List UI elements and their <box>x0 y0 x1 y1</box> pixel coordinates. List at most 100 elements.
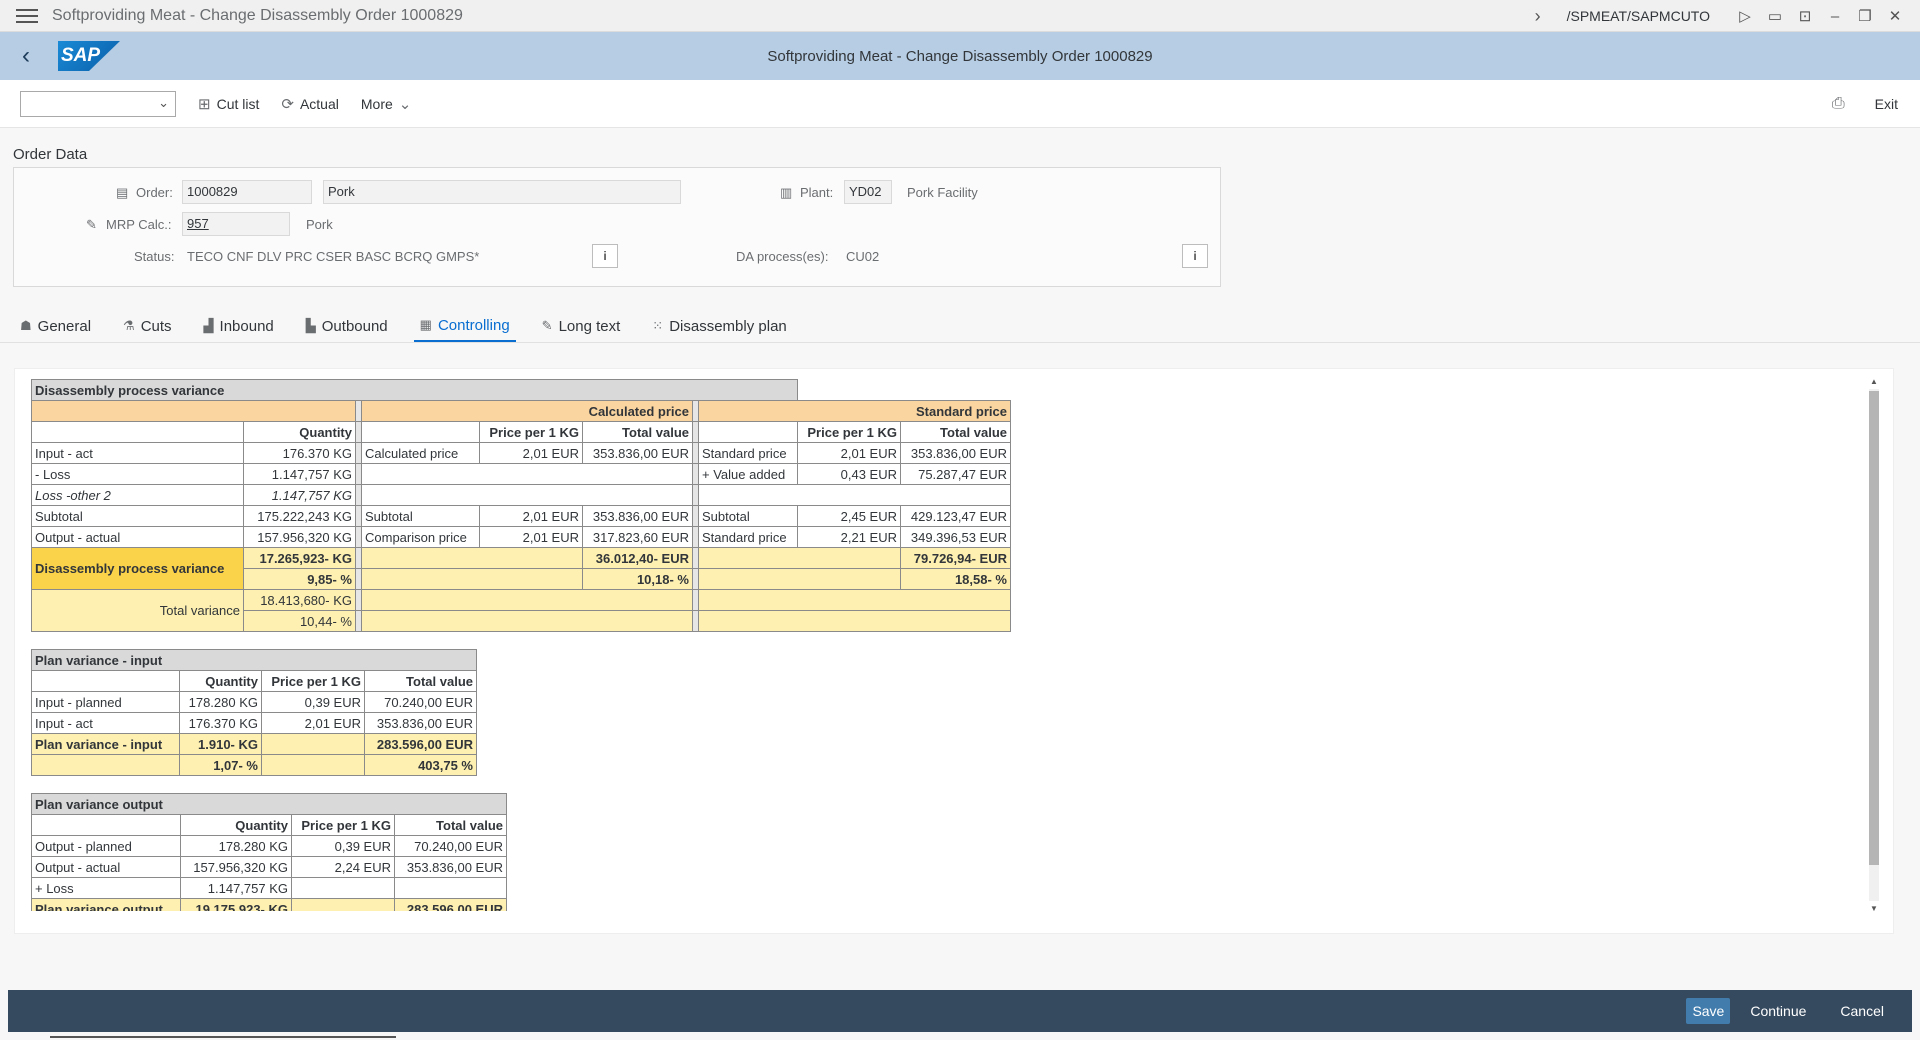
row-label: - Loss <box>31 463 244 485</box>
variance-std-percent: 18,58- % <box>900 568 1011 590</box>
plant-field[interactable]: YD02 <box>844 180 892 204</box>
row-label: Loss -other 2 <box>31 484 244 506</box>
da-process-info-button[interactable]: i <box>1182 244 1208 268</box>
minimize-icon[interactable]: – <box>1820 8 1850 25</box>
cut-list-label: Cut list <box>216 95 260 112</box>
toolbar-select[interactable]: ⌄ <box>20 90 176 117</box>
transaction-code: /SPMEAT/SAPMCUTO <box>1566 8 1710 24</box>
tab-strip: ☗ General ⚗ Cuts ▟ Inbound ▙ Outbound ▦ … <box>14 310 813 342</box>
shell-header: ‹ SAP Softproviding Meat - Change Disass… <box>0 32 1920 80</box>
row-label: Subtotal <box>31 505 244 527</box>
std-label-cell: Subtotal <box>698 505 798 527</box>
empty-cell <box>361 484 693 506</box>
total-variance-label: Total variance <box>31 589 244 632</box>
unlock-icon[interactable]: ⊡ <box>1790 7 1820 25</box>
vertical-scrollbar[interactable]: ▲ ▼ <box>1867 377 1879 913</box>
table-row: Plan variance output 19.175,923- KG 283.… <box>31 898 507 911</box>
status-info-button[interactable]: i <box>592 244 618 268</box>
table-row: + Loss 1.147,757 KG <box>31 877 507 899</box>
scrollbar-thumb[interactable] <box>1869 391 1879 865</box>
taskbar-indicator <box>50 1036 396 1038</box>
chevron-down-icon: ⌄ <box>158 94 169 110</box>
window-titlebar: Softproviding Meat - Change Disassembly … <box>0 0 1920 32</box>
std-price-header: Standard price <box>698 400 1011 422</box>
empty-cell <box>698 568 901 590</box>
pvi-title: Plan variance - input <box>31 649 477 671</box>
tab-inbound[interactable]: ▟ Inbound <box>198 310 280 342</box>
empty-cell <box>261 754 365 776</box>
tab-cuts[interactable]: ⚗ Cuts <box>117 310 178 342</box>
more-button[interactable]: More ⌄ <box>361 95 411 113</box>
maximize-icon[interactable]: ❐ <box>1850 7 1880 25</box>
empty-cell <box>698 589 1011 611</box>
col-total: Total value <box>900 421 1011 443</box>
order-label: Order: <box>136 185 173 200</box>
report-viewer[interactable]: Disassembly process variance Calculated … <box>31 379 1851 911</box>
std-total-cell: 353.836,00 EUR <box>900 442 1011 464</box>
quantity-cell: 176.370 KG <box>179 712 262 734</box>
cut-list-icon: ⊞ <box>198 95 211 113</box>
inbound-icon: ▟ <box>203 318 214 333</box>
col-total: Total value <box>364 670 477 692</box>
hamburger-menu-icon[interactable] <box>16 8 38 23</box>
variance-label: Plan variance - input <box>31 733 180 755</box>
da-process-label: DA process(es): <box>736 249 829 264</box>
continue-button[interactable]: Continue <box>1744 998 1812 1024</box>
plant-label: Plant: <box>800 185 834 200</box>
tab-disassembly-plan[interactable]: ⁙ Disassembly plan <box>646 310 792 342</box>
mrp-calc-field[interactable]: 957 <box>182 212 290 236</box>
save-button[interactable]: Save <box>1686 998 1731 1024</box>
da-process-value: CU02 <box>846 249 880 264</box>
variance-quantity: 19.175,923- KG <box>180 898 292 911</box>
cancel-button[interactable]: Cancel <box>1834 998 1890 1024</box>
col-price: Price per 1 KG <box>261 670 365 692</box>
exit-button[interactable]: Exit <box>1875 96 1898 112</box>
total-cell: 353.836,00 EUR <box>364 712 477 734</box>
more-label: More <box>360 95 393 112</box>
order-description-field[interactable]: Pork <box>323 180 681 204</box>
total-cell <box>394 877 507 899</box>
scroll-down-icon[interactable]: ▼ <box>1867 904 1881 913</box>
dpv-blank-header <box>31 400 356 422</box>
calc-total-cell: 353.836,00 EUR <box>582 442 693 464</box>
quantity-cell: 1.147,757 KG <box>243 463 356 485</box>
chevron-right-icon[interactable]: › <box>1535 6 1541 27</box>
tab-general[interactable]: ☗ General <box>14 310 97 342</box>
cut-list-button[interactable]: ⊞ Cut list <box>198 95 259 113</box>
empty-cell <box>698 484 1011 506</box>
dpv-blank <box>361 421 480 443</box>
play-icon[interactable]: ▷ <box>1730 7 1760 25</box>
close-icon[interactable]: ✕ <box>1880 7 1910 25</box>
mrp-icon: ✎ <box>86 217 97 232</box>
print-icon[interactable]: ⎙ <box>1832 95 1845 113</box>
outbound-icon: ▙ <box>305 318 316 333</box>
calc-price-cell: 2,01 EUR <box>479 442 583 464</box>
total-cell: 353.836,00 EUR <box>394 856 507 878</box>
dpv-blank <box>698 421 798 443</box>
status-label: Status: <box>134 249 175 264</box>
tab-controlling[interactable]: ▦ Controlling <box>413 310 516 342</box>
calc-label-cell: Subtotal <box>361 505 480 527</box>
tab-label: Long text <box>558 317 621 335</box>
empty-cell <box>361 610 693 632</box>
order-field[interactable]: 1000829 <box>182 180 312 204</box>
std-label-cell: + Value added <box>698 463 798 485</box>
col-price: Price per 1 KG <box>797 421 901 443</box>
empty-cell <box>291 898 395 911</box>
table-row: Output - planned 178.280 KG 0,39 EUR 70.… <box>31 835 507 857</box>
back-arrow-icon[interactable]: ‹ <box>22 42 42 70</box>
scroll-up-icon[interactable]: ▲ <box>1867 377 1881 386</box>
comment-icon[interactable]: ▭ <box>1760 7 1790 25</box>
table-row: Input - planned 178.280 KG 0,39 EUR 70.2… <box>31 691 477 713</box>
tab-long-text[interactable]: ✎ Long text <box>536 310 627 342</box>
std-price-cell: 2,45 EUR <box>797 505 901 527</box>
std-total-cell: 349.396,53 EUR <box>900 526 1011 548</box>
mrp-calc-description: Pork <box>306 217 333 232</box>
calc-label-cell: Calculated price <box>361 442 480 464</box>
table-row: Loss -other 2 1.147,757 KG <box>31 484 1011 506</box>
plan-variance-output-table: Plan variance output Quantity Price per … <box>31 793 507 911</box>
price-cell: 0,39 EUR <box>261 691 365 713</box>
actual-button[interactable]: ⟳ Actual <box>281 95 339 113</box>
tab-outbound[interactable]: ▙ Outbound <box>300 310 394 342</box>
price-cell: 0,39 EUR <box>291 835 395 857</box>
